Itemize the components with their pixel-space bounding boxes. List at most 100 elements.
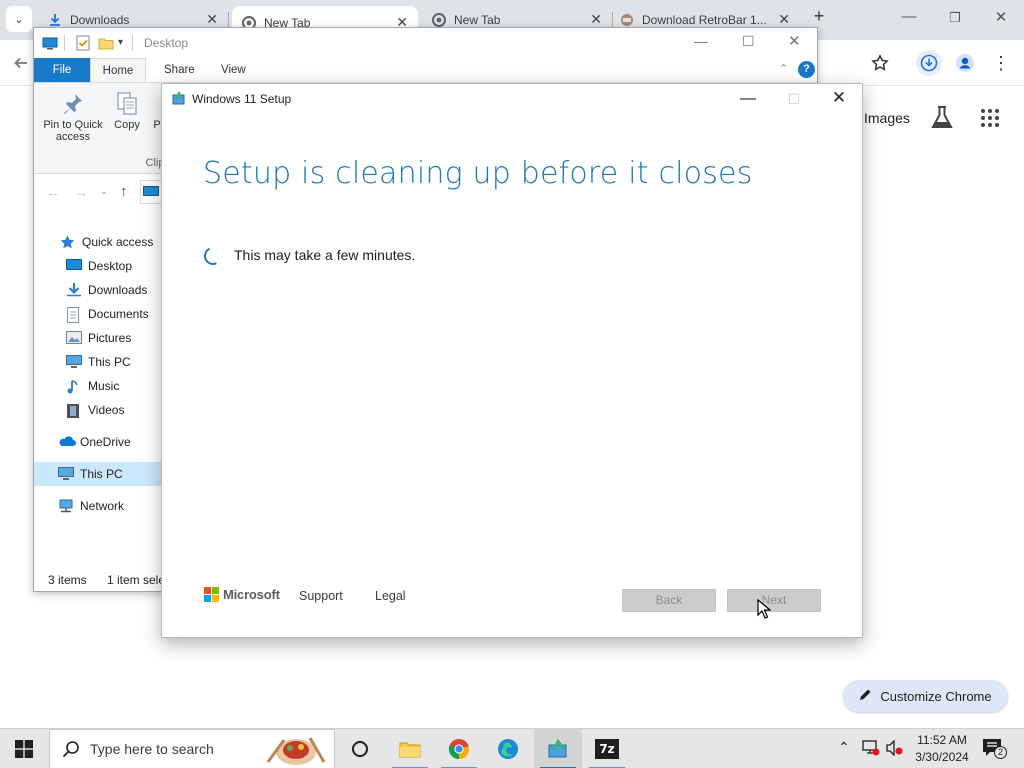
taskbar-7zip[interactable]: 7z (583, 729, 631, 768)
recent-locations-chevron-icon[interactable]: ⌄ (100, 186, 108, 197)
ribbon-tab-share[interactable]: Share (152, 58, 207, 82)
nav-downloads[interactable]: Downloads (34, 278, 164, 302)
clock-date: 3/30/2024 (915, 750, 969, 764)
customize-chrome-button[interactable]: Customize Chrome (843, 680, 1008, 712)
windows-setup-dialog: Windows 11 Setup — ☐ ✕ Setup is cleaning… (161, 83, 863, 638)
retrobar-icon (620, 13, 634, 27)
nav-network[interactable]: Network (34, 494, 164, 518)
setup-message: This may take a few minutes. (234, 247, 416, 263)
properties-checkbox-icon[interactable] (76, 35, 92, 51)
task-view-button[interactable] (336, 729, 384, 768)
minimize-button[interactable]: — (886, 8, 932, 25)
mouse-cursor-icon (757, 599, 771, 619)
close-button[interactable]: ✕ (788, 32, 801, 50)
taskbar-windows-setup[interactable] (534, 729, 582, 768)
nav-videos[interactable]: Videos (34, 398, 164, 422)
download-progress-icon[interactable] (916, 50, 942, 76)
collapse-ribbon-chevron-icon[interactable]: ⌃ (779, 62, 788, 75)
setup-app-icon (548, 739, 567, 758)
up-arrow-icon[interactable]: ↑ (120, 183, 128, 200)
pin-label-line2: access (55, 131, 91, 143)
taskbar-search-box[interactable]: Type here to search (49, 729, 335, 768)
selection-count: 1 item sele (107, 573, 166, 587)
network-icon (58, 499, 74, 513)
maximize-button[interactable]: ☐ (742, 33, 755, 50)
back-button[interactable]: Back (622, 589, 716, 612)
close-icon[interactable]: ✕ (590, 11, 602, 28)
7zip-logo-icon: 7z (595, 739, 619, 759)
setup-heading: Setup is cleaning up before it closes (203, 156, 753, 191)
nav-music[interactable]: Music (34, 374, 164, 398)
close-icon[interactable]: ✕ (206, 11, 218, 28)
forward-arrow-icon[interactable]: → (74, 184, 88, 200)
pin-to-quick-access-button[interactable]: Pin to Quick access (40, 89, 106, 143)
new-folder-icon[interactable] (98, 35, 114, 51)
close-button[interactable]: ✕ (978, 8, 1024, 26)
pin-icon (40, 89, 106, 119)
windows-logo-icon (15, 740, 33, 758)
ribbon-tab-file[interactable]: File (34, 58, 90, 82)
help-icon[interactable]: ? (798, 61, 815, 78)
download-arrow-icon (66, 283, 82, 297)
maximize-button-disabled: ☐ (787, 91, 801, 107)
search-highlight-illustration-icon[interactable] (260, 732, 332, 768)
tab-search-button[interactable]: ⌄ (6, 6, 32, 32)
microsoft-squares-icon (204, 587, 219, 602)
minimize-button[interactable]: — (728, 90, 768, 108)
nav-onedrive[interactable]: OneDrive (34, 430, 164, 454)
ribbon-tab-home[interactable]: Home (90, 58, 146, 82)
close-icon[interactable]: ✕ (778, 11, 790, 28)
ribbon-tab-view[interactable]: View (209, 58, 258, 82)
copy-icon (112, 89, 142, 119)
tab-title: Downloads (70, 13, 130, 27)
microsoft-wordmark: Microsoft (223, 587, 280, 602)
show-hidden-icons-chevron-icon[interactable]: ⌃ (838, 739, 850, 756)
taskbar-clock[interactable]: 11:52 AM 3/30/2024 (912, 732, 972, 766)
minimize-button[interactable]: — (694, 33, 708, 49)
network-status-icon[interactable] (862, 740, 880, 759)
images-link[interactable]: Images (864, 110, 910, 126)
taskbar-edge[interactable] (484, 729, 532, 768)
nav-pictures[interactable]: Pictures (34, 326, 164, 350)
cloud-icon (58, 435, 76, 449)
tab-title: Download RetroBar 1... (642, 13, 767, 27)
kebab-menu-icon[interactable]: ⋮ (988, 50, 1014, 76)
document-icon (66, 307, 82, 323)
search-placeholder: Type here to search (90, 741, 214, 757)
nav-desktop[interactable]: Desktop (34, 254, 164, 278)
bookmark-star-icon[interactable] (867, 50, 893, 76)
profile-avatar-icon[interactable] (952, 50, 978, 76)
back-arrow-icon[interactable]: ← (46, 184, 60, 200)
back-arrow-icon[interactable] (8, 50, 34, 76)
download-icon (48, 13, 62, 27)
action-center-button[interactable]: 2 (982, 738, 1007, 760)
nav-this-pc-quick[interactable]: This PC (34, 350, 164, 374)
nav-this-pc[interactable]: This PC (34, 462, 164, 486)
task-view-icon (352, 741, 368, 757)
item-count: 3 items (48, 573, 87, 587)
explorer-window-icon (42, 35, 58, 51)
copy-button[interactable]: Copy (112, 89, 142, 131)
computer-icon (66, 355, 82, 369)
copy-label: Copy (114, 119, 140, 131)
taskbar-file-explorer[interactable] (386, 729, 434, 768)
taskbar: Type here to search 7z ⌃ 11:52 AM 3/30/2… (0, 728, 1024, 768)
folder-icon (399, 742, 421, 758)
pin-label-line1: Pin to Quick (43, 119, 103, 131)
legal-link[interactable]: Legal (375, 589, 406, 603)
google-apps-grid-icon[interactable] (980, 108, 1000, 128)
restore-button[interactable]: ❐ (932, 10, 978, 26)
computer-icon (58, 467, 74, 481)
nav-documents[interactable]: Documents (34, 302, 164, 326)
support-link[interactable]: Support (299, 589, 343, 603)
labs-flask-icon[interactable] (930, 105, 954, 131)
notification-count-badge: 2 (994, 746, 1007, 759)
taskbar-chrome[interactable] (435, 729, 483, 768)
new-tab-button[interactable]: + (804, 6, 834, 27)
desktop-icon (66, 259, 82, 273)
nav-quick-access[interactable]: Quick access (34, 230, 164, 254)
volume-muted-icon[interactable] (886, 739, 904, 759)
close-button[interactable]: ✕ (819, 88, 859, 108)
start-button[interactable] (0, 729, 48, 768)
next-button[interactable]: Next (727, 589, 821, 612)
